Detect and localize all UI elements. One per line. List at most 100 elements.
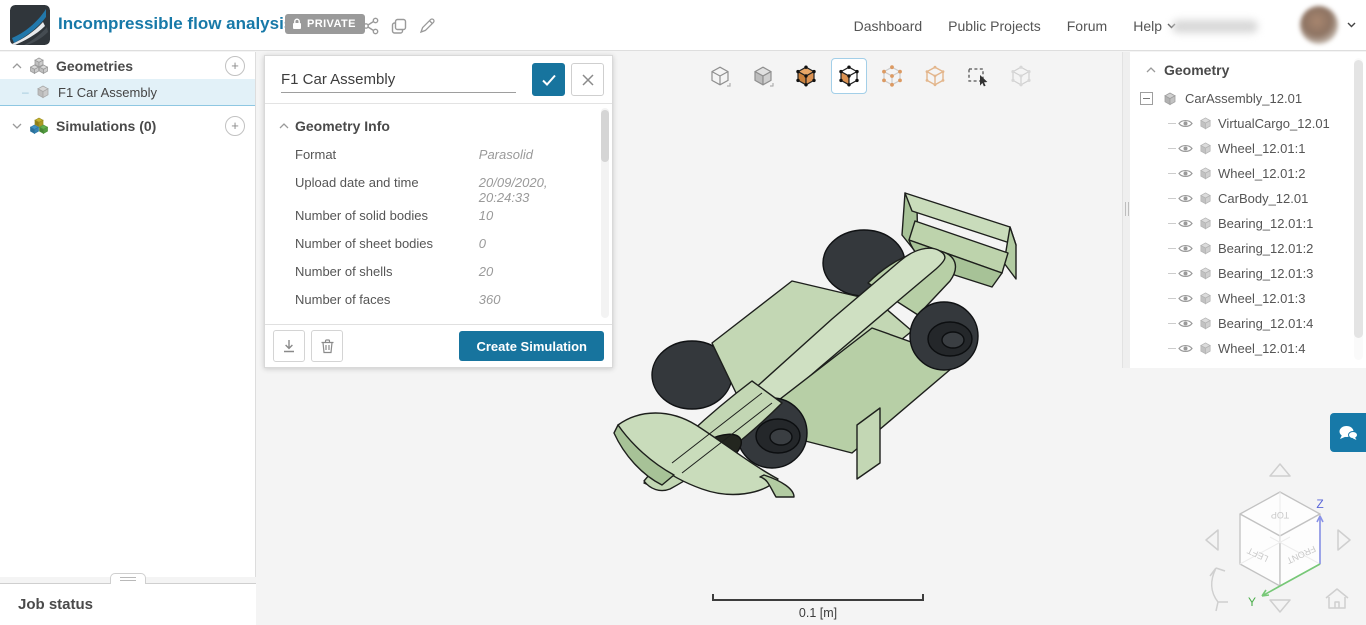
scene-tree-item[interactable]: Bearing_12.01:1 xyxy=(1130,211,1366,236)
expand-caret-icon[interactable] xyxy=(12,123,22,129)
visibility-eye-icon[interactable] xyxy=(1178,218,1193,229)
user-avatar[interactable] xyxy=(1300,6,1338,44)
edit-pencil-icon[interactable] xyxy=(418,17,436,35)
navcube-home-icon[interactable] xyxy=(1326,589,1348,608)
navcube-arrow-right[interactable] xyxy=(1338,530,1350,550)
scene-tree-header[interactable]: Geometry xyxy=(1130,52,1366,86)
visibility-eye-icon[interactable] xyxy=(1178,268,1193,279)
nav-forum[interactable]: Forum xyxy=(1067,18,1107,34)
add-simulation-button[interactable]: + xyxy=(225,116,245,136)
scene-tree-item[interactable]: VirtualCargo_12.01 xyxy=(1130,111,1366,136)
add-geometry-button[interactable]: + xyxy=(225,56,245,76)
wireframe-cube-icon xyxy=(708,64,732,88)
viewport-toolbar xyxy=(702,58,1039,94)
checkmark-icon xyxy=(541,73,557,87)
scene-tree-item[interactable]: Bearing_12.01:4 xyxy=(1130,311,1366,336)
scale-bar: 0.1 [m] xyxy=(712,590,924,620)
scene-tree-item[interactable]: Wheel_12.01:1 xyxy=(1130,136,1366,161)
select-faces-button[interactable] xyxy=(831,58,867,94)
chat-support-button[interactable] xyxy=(1330,413,1366,452)
scene-tree-item[interactable]: CarBody_12.01 xyxy=(1130,186,1366,211)
navcube-top-face-label[interactable]: TOP xyxy=(1271,510,1289,520)
visibility-eye-icon[interactable] xyxy=(1178,318,1193,329)
geometry-info-section-header[interactable]: Geometry Info xyxy=(265,104,612,144)
nav-help[interactable]: Help xyxy=(1133,18,1176,34)
scene-tree-item[interactable]: Wheel_12.01:2 xyxy=(1130,161,1366,186)
select-faces-icon xyxy=(837,64,861,88)
scene-tree-root-item[interactable]: CarAssembly_12.01 xyxy=(1130,86,1366,111)
simulations-icon xyxy=(30,117,48,134)
invert-selection-button xyxy=(1003,58,1039,94)
app-logo-icon xyxy=(10,5,50,45)
navcube-rotate-arrow[interactable] xyxy=(1210,568,1228,611)
part-cube-icon xyxy=(1199,317,1212,330)
scene-tree-item[interactable]: Bearing_12.01:2 xyxy=(1130,236,1366,261)
navcube-arrow-up[interactable] xyxy=(1270,464,1290,476)
close-panel-button[interactable] xyxy=(571,63,604,96)
info-row-value: 360 xyxy=(479,289,596,307)
application-window: 0.1 [m] TOP LEFT FRONT xyxy=(0,0,1366,625)
scene-tree-scrollbar[interactable] xyxy=(1354,58,1363,360)
part-label: Wheel_12.01:3 xyxy=(1218,291,1305,306)
wheel-rear-right[interactable] xyxy=(910,302,978,370)
info-row-label: Number of sheet bodies xyxy=(295,233,479,251)
app-logo[interactable] xyxy=(10,5,50,45)
scene-tree-item[interactable]: Bearing_12.01:3 xyxy=(1130,261,1366,286)
select-edges-button[interactable] xyxy=(874,58,910,94)
visibility-eye-icon[interactable] xyxy=(1178,143,1193,154)
part-cube-icon xyxy=(1199,117,1212,130)
visibility-eye-icon[interactable] xyxy=(1178,243,1193,254)
visibility-eye-icon[interactable] xyxy=(1178,293,1193,304)
nav-public-projects[interactable]: Public Projects xyxy=(948,18,1041,34)
info-row-value: 20 xyxy=(479,261,596,279)
sidebar-section-simulations[interactable]: Simulations (0) + xyxy=(0,112,255,139)
scale-bar-label: 0.1 [m] xyxy=(712,606,924,620)
visibility-eye-icon[interactable] xyxy=(1178,193,1193,204)
navcube-arrow-down[interactable] xyxy=(1270,600,1290,612)
part-label: Bearing_12.01:1 xyxy=(1218,216,1313,231)
scene-tree-resize-handle[interactable] xyxy=(1122,52,1130,368)
visibility-eye-icon[interactable] xyxy=(1178,168,1193,179)
job-status-drag-handle[interactable] xyxy=(110,573,146,584)
geometry-panel-footer: Create Simulation xyxy=(265,324,612,367)
select-volumes-button[interactable] xyxy=(788,58,824,94)
nav-dashboard[interactable]: Dashboard xyxy=(854,18,923,34)
job-status-bar[interactable]: Job status xyxy=(0,583,256,625)
confirm-rename-button[interactable] xyxy=(532,63,565,96)
f1-car-3d-model[interactable] xyxy=(612,163,1022,498)
sidebar-section-geometries[interactable]: Geometries + xyxy=(0,52,255,79)
navcube-arrow-left[interactable] xyxy=(1206,530,1218,550)
create-simulation-button[interactable]: Create Simulation xyxy=(459,331,604,361)
info-row-label: Number of solid bodies xyxy=(295,205,479,223)
collapse-caret-icon[interactable] xyxy=(12,63,22,69)
privacy-badge: PRIVATE xyxy=(285,14,365,34)
scene-tree-scrollbar-thumb[interactable] xyxy=(1354,60,1363,338)
copy-project-icon[interactable] xyxy=(390,17,408,35)
visibility-eye-icon[interactable] xyxy=(1178,118,1193,129)
info-row-label: Upload date and time xyxy=(295,172,479,190)
render-wireframe-button[interactable] xyxy=(702,58,738,94)
panel-scrollbar[interactable] xyxy=(601,108,609,318)
collapse-expander-icon[interactable] xyxy=(1140,92,1153,105)
render-solid-button[interactable] xyxy=(745,58,781,94)
info-row-value: Parasolid xyxy=(479,144,596,162)
scene-tree-item[interactable]: Wheel_12.01:4 xyxy=(1130,336,1366,361)
part-label: VirtualCargo_12.01 xyxy=(1218,116,1330,131)
box-select-button[interactable] xyxy=(960,58,996,94)
visibility-eye-icon[interactable] xyxy=(1178,343,1193,354)
panel-scrollbar-thumb[interactable] xyxy=(601,110,609,162)
part-cube-icon xyxy=(1199,242,1212,255)
share-icon[interactable] xyxy=(362,17,380,35)
part-cube-icon xyxy=(1199,217,1212,230)
navigation-cube[interactable]: TOP LEFT FRONT Z Y xyxy=(1192,452,1364,624)
user-menu-chevron-icon[interactable] xyxy=(1347,22,1356,28)
download-icon xyxy=(281,338,297,354)
geometries-icon xyxy=(30,57,48,74)
download-geometry-button[interactable] xyxy=(273,330,305,362)
geometry-name-input[interactable] xyxy=(281,67,516,93)
delete-geometry-button[interactable] xyxy=(311,330,343,362)
sidebar-item-f1-car-assembly[interactable]: – F1 Car Assembly xyxy=(0,79,255,106)
navcube-cube[interactable]: TOP LEFT FRONT xyxy=(1240,492,1320,586)
scene-tree-item[interactable]: Wheel_12.01:3 xyxy=(1130,286,1366,311)
select-vertices-button[interactable] xyxy=(917,58,953,94)
